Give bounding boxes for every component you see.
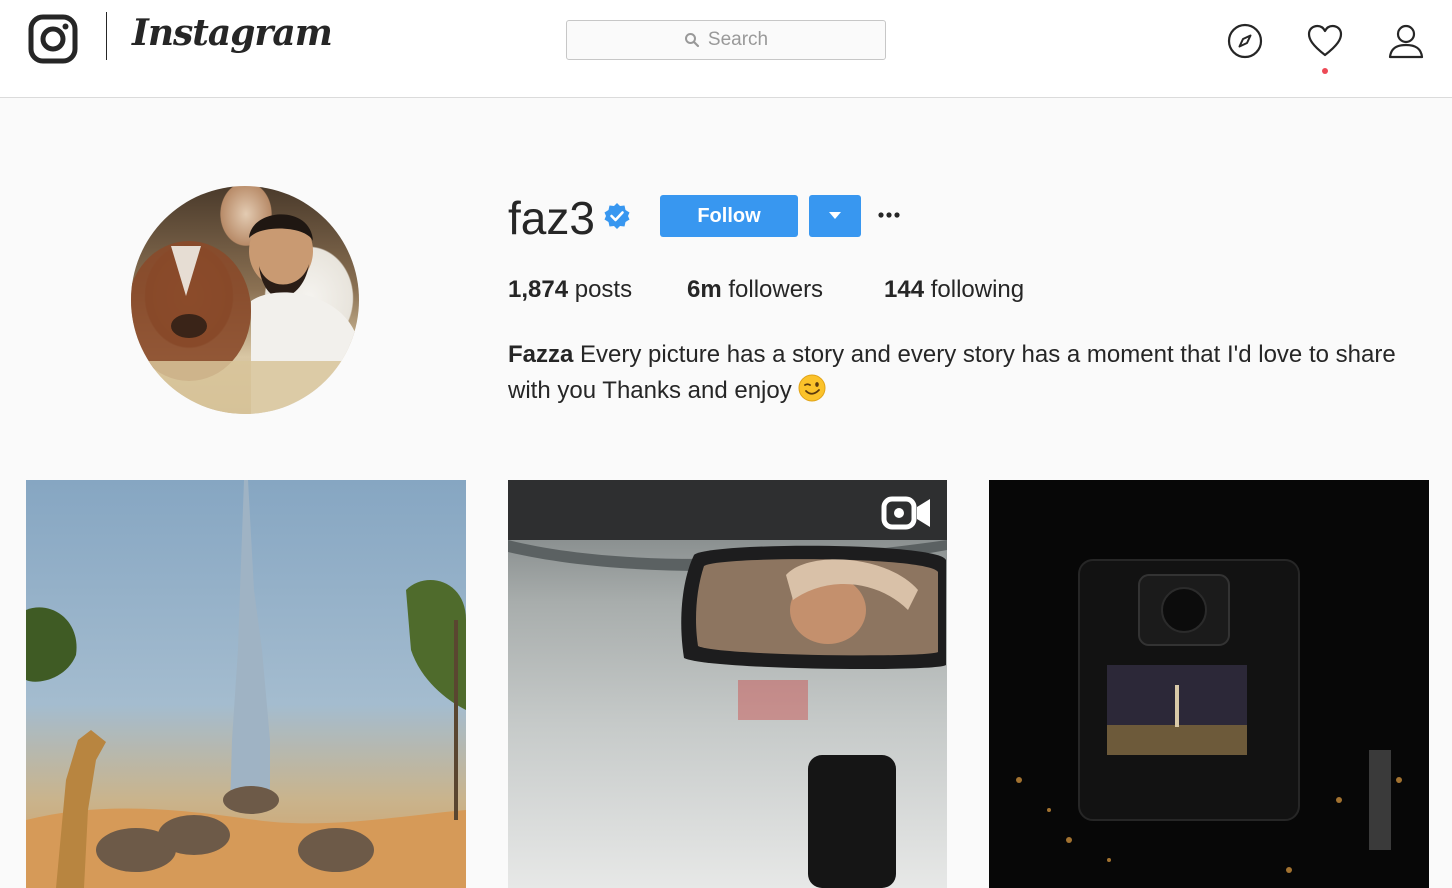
more-dots-icon [878,212,900,218]
followers-stat[interactable]: 6m followers [687,276,823,304]
search-placeholder: Search [707,29,769,50]
followers-count: 6m [687,276,722,303]
post-image-rear-view-mirror [508,480,947,888]
posts-count: 1,874 [508,276,569,303]
instagram-wordmark[interactable]: Instagram [132,12,333,54]
profile-bio: Fazza Every picture has a story and ever… [508,337,1408,409]
notification-dot [1322,68,1328,74]
bio-text: Every picture has a story and every stor… [508,341,1396,404]
profile-avatar[interactable] [131,186,359,414]
top-navigation-bar: Instagram Search [0,0,1452,98]
following-stat[interactable]: 144 following [884,276,1024,304]
profile-full-name: Fazza [508,341,574,368]
search-icon [684,33,699,48]
following-label: following [930,276,1025,303]
more-options-button[interactable] [876,200,902,230]
following-count: 144 [884,276,925,303]
post-image-desert-wildlife [26,480,466,888]
activity-heart-icon[interactable] [1306,22,1344,60]
followers-label: followers [728,276,824,303]
winking-face-emoji-icon [798,374,826,402]
posts-count-stat: 1,874 posts [508,276,632,304]
caret-down-icon [829,212,841,219]
explore-compass-icon[interactable] [1226,22,1264,60]
avatar-photo [131,214,359,414]
verified-badge-icon [604,203,630,229]
post-thumbnail[interactable] [508,480,947,888]
follow-button[interactable]: Follow [660,195,798,237]
search-input[interactable]: Search [566,20,886,60]
post-thumbnail[interactable] [26,480,466,888]
video-indicator-icon [881,496,930,530]
logo-divider [106,12,107,60]
profile-person-icon[interactable] [1387,22,1425,60]
post-image-camera-night-city [1016,559,1402,873]
profile-username: faz3 [508,192,595,244]
suggested-accounts-dropdown-button[interactable] [809,195,861,237]
instagram-camera-logo-icon[interactable] [28,14,78,64]
post-thumbnail[interactable] [989,480,1429,888]
posts-label: posts [574,276,633,303]
